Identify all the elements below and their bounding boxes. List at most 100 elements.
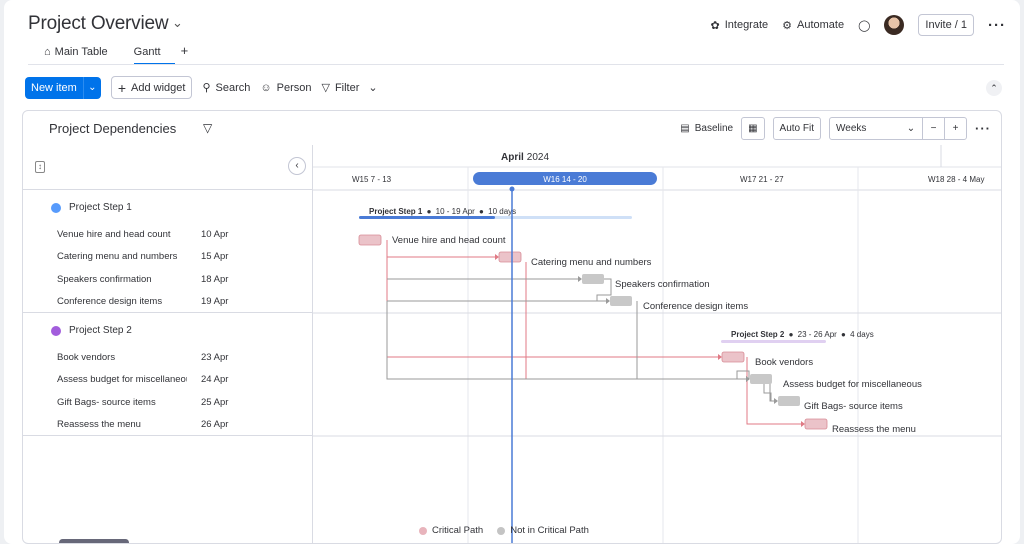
person-filter-button[interactable]: ☺ Person bbox=[260, 82, 311, 94]
baseline-label: Baseline bbox=[694, 123, 734, 134]
collapse-left-button[interactable]: ‹ bbox=[288, 157, 306, 175]
add-widget-label: Add widget bbox=[131, 81, 186, 94]
task-name[interactable]: Conference design items bbox=[57, 296, 187, 307]
task-name[interactable]: Speakers confirmation bbox=[57, 274, 187, 285]
chevron-down-icon: ⌄ bbox=[368, 82, 378, 94]
task-bar[interactable] bbox=[358, 234, 382, 246]
task-bar-label: Assess budget for miscellaneous bbox=[783, 379, 922, 390]
task-name[interactable]: Venue hire and head count bbox=[57, 229, 187, 240]
task-name[interactable]: Assess budget for miscellaneous bbox=[57, 374, 187, 385]
group-progress-bar bbox=[359, 216, 495, 219]
chevron-down-icon[interactable]: ⌄ bbox=[172, 15, 183, 31]
filter-button[interactable]: ▽ Filter ⌄ bbox=[321, 81, 378, 95]
group-color-dot bbox=[51, 325, 61, 336]
task-date: 25 Apr bbox=[201, 397, 229, 408]
week-label: W16 14 - 20 bbox=[543, 175, 587, 184]
more-options-icon[interactable]: ··· bbox=[988, 17, 1006, 34]
add-widget-button[interactable]: + Add widget bbox=[110, 76, 193, 99]
week-label: W18 28 - 4 May bbox=[928, 175, 984, 184]
task-date: 10 Apr bbox=[201, 229, 229, 240]
legend-noncritical: Not in Critical Path bbox=[497, 525, 589, 536]
task-date: 26 Apr bbox=[201, 419, 229, 430]
noncritical-links bbox=[386, 278, 774, 402]
task-bar[interactable] bbox=[582, 274, 604, 284]
task-date: 19 Apr bbox=[201, 296, 229, 307]
task-name[interactable]: Gift Bags- source items bbox=[57, 397, 187, 408]
integrate-label: Integrate bbox=[724, 19, 769, 31]
person-icon: ☺ bbox=[260, 81, 272, 94]
zoom-control: Weeks ⌄ − + bbox=[829, 117, 967, 140]
group-name: Project Step 2 bbox=[69, 325, 132, 336]
zoom-in-button[interactable]: + bbox=[944, 118, 966, 139]
task-bar[interactable] bbox=[721, 351, 745, 363]
task-date: 23 Apr bbox=[201, 352, 229, 363]
header-divider bbox=[28, 64, 1004, 65]
more-options-icon[interactable]: ··· bbox=[975, 121, 991, 136]
task-bar[interactable] bbox=[778, 396, 800, 406]
legend-swatch bbox=[419, 526, 427, 535]
calendar-icon: ▦ bbox=[748, 123, 758, 134]
integrate-button[interactable]: ✿ Integrate bbox=[711, 19, 769, 32]
invite-button[interactable]: Invite / 1 bbox=[918, 14, 974, 36]
group-name: Project Step 1 bbox=[69, 202, 132, 213]
widget-title[interactable]: Project Dependencies bbox=[49, 121, 176, 136]
arrow-head bbox=[774, 398, 778, 404]
gantt-app: Project Overview ⌄ ⌂ Main Table Gantt + … bbox=[4, 0, 1020, 544]
task-name[interactable]: Catering menu and numbers bbox=[57, 251, 187, 262]
auto-fit-button[interactable]: Auto Fit bbox=[772, 117, 821, 140]
new-item-button[interactable]: New item ⌄ bbox=[25, 76, 101, 99]
person-label: Person bbox=[276, 81, 312, 94]
collapse-header-button[interactable]: ⌃ bbox=[986, 80, 1002, 96]
group-summary-label: Project Step 1 ● 10 - 19 Apr ● 10 days bbox=[369, 207, 516, 216]
calendar-button[interactable]: ▦ bbox=[741, 117, 765, 140]
task-name[interactable]: Reassess the menu bbox=[57, 419, 187, 430]
view-tabs: ⌂ Main Table Gantt + bbox=[38, 43, 194, 65]
task-name[interactable]: Book vendors bbox=[57, 352, 187, 363]
tab-label: Main Table bbox=[54, 46, 108, 58]
group-header[interactable]: Project Step 2 bbox=[51, 325, 132, 336]
horizontal-scrollbar[interactable] bbox=[59, 539, 129, 543]
filter-icon[interactable]: ▽ bbox=[203, 121, 212, 135]
automate-button[interactable]: ⚙ Automate bbox=[782, 19, 844, 32]
header-actions: ✿ Integrate ⚙ Automate ◯ Invite / 1 ··· bbox=[711, 14, 1007, 36]
zoom-out-button[interactable]: − bbox=[922, 118, 944, 139]
task-bar[interactable] bbox=[498, 251, 522, 263]
home-icon: ⌂ bbox=[44, 46, 51, 58]
arrow-head bbox=[606, 298, 610, 304]
group-header[interactable]: Project Step 1 bbox=[51, 202, 132, 213]
avatar[interactable] bbox=[884, 15, 905, 35]
task-bar-label: Speakers confirmation bbox=[615, 279, 710, 290]
group-summary-bar bbox=[721, 340, 826, 343]
add-view-button[interactable]: + bbox=[175, 43, 195, 65]
filter-icon: ▽ bbox=[321, 82, 330, 94]
arrow-head bbox=[801, 421, 805, 427]
task-bar-label: Venue hire and head count bbox=[392, 235, 506, 246]
week-label: W15 7 - 13 bbox=[352, 175, 392, 184]
chevron-down-icon[interactable]: ⌄ bbox=[900, 118, 922, 139]
baseline-button[interactable]: ▤ Baseline bbox=[680, 123, 733, 134]
legend-label: Critical Path bbox=[432, 525, 484, 536]
group-step-2: Project Step 2 Book vendors 23 Apr Asses… bbox=[23, 313, 313, 436]
legend-label: Not in Critical Path bbox=[510, 525, 589, 536]
task-bar-label: Catering menu and numbers bbox=[531, 257, 652, 268]
group-color-dot bbox=[51, 202, 61, 213]
task-bar[interactable] bbox=[610, 296, 632, 306]
expand-icon[interactable]: ↕ bbox=[35, 161, 45, 173]
arrow-head bbox=[718, 354, 722, 360]
tab-main-table[interactable]: ⌂ Main Table bbox=[38, 43, 114, 65]
chevron-down-icon[interactable]: ⌄ bbox=[82, 76, 101, 99]
task-bar[interactable] bbox=[804, 418, 828, 430]
updates-button[interactable]: ◯ bbox=[858, 19, 870, 32]
group-step-1: Project Step 1 Venue hire and head count… bbox=[23, 190, 313, 313]
integrate-icon: ✿ bbox=[710, 19, 720, 32]
task-list-header: ↕ ‹ bbox=[23, 145, 313, 190]
board-title[interactable]: Project Overview bbox=[28, 13, 169, 35]
robot-icon: ⚙ bbox=[782, 19, 793, 32]
board-toolbar: New item ⌄ + Add widget ⚲ Search ☺ Perso… bbox=[25, 76, 378, 99]
weeks-select[interactable]: Weeks bbox=[830, 123, 900, 134]
task-bar[interactable] bbox=[750, 374, 772, 384]
search-button[interactable]: ⚲ Search bbox=[202, 81, 250, 95]
new-item-label: New item bbox=[31, 81, 77, 94]
task-date: 24 Apr bbox=[201, 374, 229, 385]
tab-gantt[interactable]: Gantt bbox=[128, 43, 175, 65]
